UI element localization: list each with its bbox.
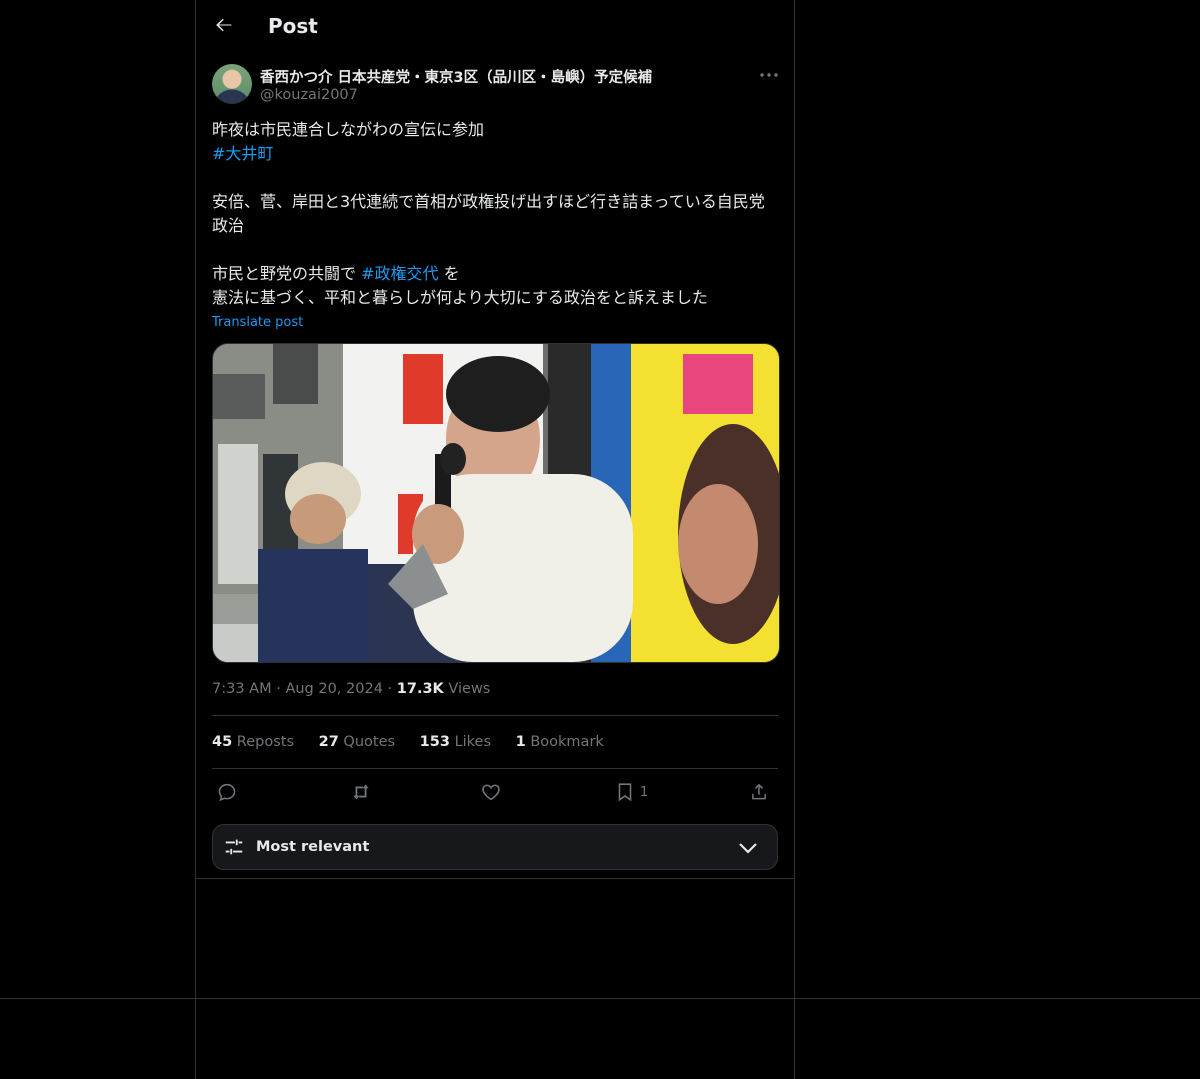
filter-sliders-icon [225,839,243,855]
heart-icon [482,784,500,801]
avatar[interactable] [212,64,252,104]
post-line-3-start: 市民と野党の共闘で [212,264,357,283]
post-date[interactable]: Aug 20, 2024 [285,681,383,697]
like-button[interactable] [480,780,502,804]
reply-icon [218,783,236,802]
sort-selected-value: Most relevant [256,839,370,855]
reply-button[interactable] [216,780,238,804]
post-line-3-end: を [443,264,460,283]
top-bar: Post [196,0,794,53]
post-photo[interactable] [212,343,780,663]
page-title: Post [268,14,318,38]
author-display-name[interactable]: 香西かつ介 日本共産党・東京3区（品川区・島嶼）予定候補 [260,66,652,87]
section-divider [196,878,794,879]
post-line-1: 昨夜は市民連合しながわの宣伝に参加 [212,120,485,139]
reply-sort-dropdown[interactable]: Most relevant [212,824,778,870]
bookmark-count: 1 [640,784,649,800]
bookmarks-stat[interactable]: 1 Bookmark [516,734,604,750]
post-line-2: 安倍、菅、岸田と3代連続で首相が政権投げ出すほど行き詰まっている自民党政治 [212,192,765,235]
translate-post-link[interactable]: Translate post [212,315,303,330]
post-text: 昨夜は市民連合しながわの宣伝に参加 #大井町 安倍、菅、岸田と3代連続で首相が政… [212,118,778,310]
views-count: 17.3K [396,681,444,697]
repost-button[interactable] [350,780,372,804]
bookmark-icon [618,783,632,802]
repost-icon [353,784,369,800]
photo-image [213,344,779,662]
main-column: Post 香西かつ介 日本共産党・東京3区（品川区・島嶼）予定候補 @kouza… [195,0,795,1079]
author-handle[interactable]: @kouzai2007 [260,87,358,103]
more-options-icon[interactable] [758,66,780,84]
divider [212,715,778,716]
reposts-stat[interactable]: 45 Reposts [212,734,294,750]
likes-stat[interactable]: 153 Likes [420,734,491,750]
hashtag-link-seiken-kotai[interactable]: #政権交代 [361,264,438,283]
post-meta: 7:33 AM · Aug 20, 2024 · 17.3K Views [212,681,491,697]
divider [212,768,778,769]
engagement-stats: 45 Reposts 27 Quotes 153 Likes 1 Bookmar… [212,734,624,750]
chevron-down-icon [739,843,757,854]
bookmark-button[interactable]: 1 [614,780,648,804]
views-label: Views [448,681,491,697]
hashtag-link-oimachi[interactable]: #大井町 [212,144,273,163]
share-button[interactable] [748,780,770,804]
quotes-stat[interactable]: 27 Quotes [319,734,395,750]
action-bar: 1 [212,780,778,806]
arrow-left-icon[interactable] [213,14,235,36]
post-line-4: 憲法に基づく、平和と暮らしが何より大切にする政治をと訴えました [212,288,708,307]
post-time[interactable]: 7:33 AM [212,681,272,697]
share-icon [752,783,766,800]
